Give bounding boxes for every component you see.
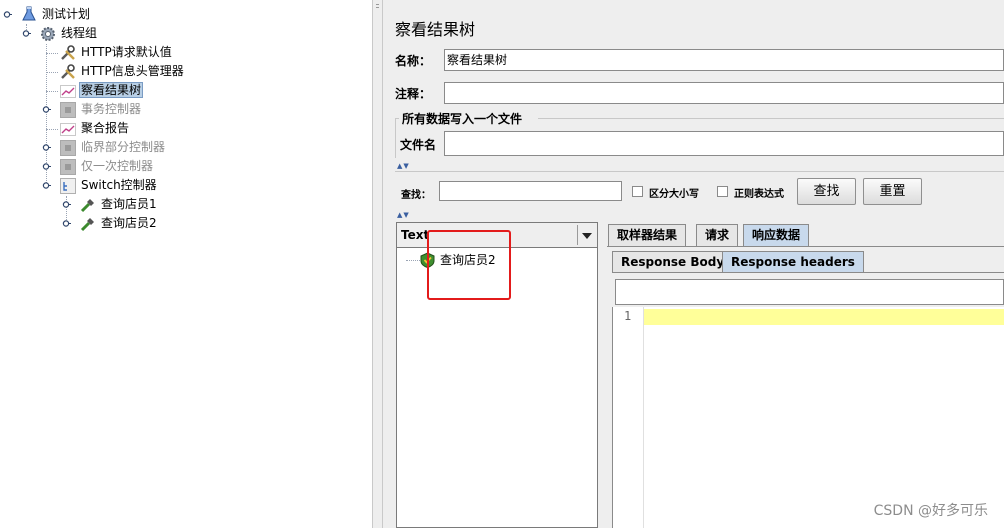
- name-label: 名称：: [395, 54, 432, 68]
- response-text-editor[interactable]: 1: [612, 307, 1004, 528]
- tree-item-http-header-manager[interactable]: HTTP信息头管理器: [79, 62, 186, 80]
- expand-handle-icon[interactable]: [42, 105, 51, 114]
- gear-icon: [41, 27, 55, 41]
- controller-icon: [60, 140, 76, 156]
- tree-item-once-only-controller[interactable]: 仅一次控制器: [79, 157, 155, 175]
- regex-checkbox[interactable]: [717, 186, 728, 197]
- tree-item-label: 线程组: [61, 26, 98, 40]
- view-results-tree-panel: 察看结果树 名称： 察看结果树 注释： 所有数据写入一个文件 文件名 ▲▼ 查找…: [383, 0, 1004, 528]
- tab-response-data[interactable]: 响应数据: [743, 224, 810, 246]
- collapse-arrows-icon[interactable]: ▲▼: [397, 212, 410, 219]
- switch-icon: [60, 178, 76, 194]
- comment-field[interactable]: [444, 82, 1004, 104]
- tree-item-thread-group[interactable]: 线程组: [59, 24, 99, 42]
- tree-item-label: 查询店员2: [101, 216, 157, 230]
- name-field[interactable]: 察看结果树: [444, 49, 1004, 71]
- tree-item-label: 查询店员1: [101, 197, 157, 211]
- line-number: 1: [624, 309, 632, 323]
- tree-item-label: HTTP信息头管理器: [81, 64, 184, 78]
- controller-icon: [60, 159, 76, 175]
- flask-icon: [22, 6, 36, 21]
- tree-item-test-plan[interactable]: 测试计划: [40, 5, 92, 23]
- expand-handle-icon[interactable]: [62, 200, 71, 209]
- expand-handle-icon[interactable]: [42, 162, 51, 171]
- wrench-icon: [61, 64, 75, 79]
- expand-handle-icon[interactable]: [42, 181, 51, 190]
- tree-item-critical-section-controller[interactable]: 临界部分控制器: [79, 138, 167, 156]
- tree-item-label: Switch控制器: [81, 178, 157, 192]
- chart-icon: [60, 123, 76, 136]
- tree-item-label: 临界部分控制器: [81, 140, 166, 154]
- current-line-highlight: [644, 309, 1004, 325]
- tree-item-switch-controller[interactable]: Switch控制器: [79, 176, 159, 194]
- case-sensitive-checkbox[interactable]: [632, 186, 643, 197]
- tree-item-label: 聚合报告: [81, 121, 130, 135]
- search-input[interactable]: [439, 181, 622, 201]
- tree-item-aggregate-report[interactable]: 聚合报告: [79, 119, 131, 137]
- wrench-icon: [61, 45, 75, 60]
- chevron-down-icon[interactable]: [577, 225, 596, 245]
- watermark: CSDN @好多可乐: [873, 503, 988, 519]
- pipette-icon: [80, 218, 94, 232]
- line-number-gutter: 1: [613, 307, 644, 528]
- tree-item-label: HTTP请求默认值: [81, 45, 172, 59]
- collapse-arrows-icon[interactable]: ▲▼: [397, 163, 410, 170]
- tab-request[interactable]: 请求: [696, 224, 739, 246]
- red-annotation-box: [427, 230, 511, 300]
- regex-label: 正则表达式: [734, 189, 784, 200]
- tree-item-transaction-controller[interactable]: 事务控制器: [79, 100, 143, 118]
- expand-handle-icon[interactable]: [3, 10, 12, 19]
- expand-handle-icon[interactable]: [62, 219, 71, 228]
- tree-item-query-clerk-2[interactable]: 查询店员2: [99, 214, 159, 232]
- tree-item-label: 仅一次控制器: [81, 159, 154, 173]
- pipette-icon: [80, 199, 94, 213]
- search-label: 查找：: [401, 190, 431, 201]
- expand-handle-icon[interactable]: [42, 143, 51, 152]
- file-group-title: 所有数据写入一个文件: [402, 112, 523, 126]
- tree-item-label: 事务控制器: [81, 102, 142, 116]
- tab-sampler-result[interactable]: 取样器结果: [608, 224, 687, 246]
- tab-response-headers[interactable]: Response headers: [722, 251, 864, 272]
- tree-item-http-defaults[interactable]: HTTP请求默认值: [79, 43, 174, 61]
- tab-response-body[interactable]: Response Body: [612, 251, 734, 272]
- tree-item-view-results-tree[interactable]: 察看结果树: [79, 81, 144, 99]
- test-plan-tree[interactable]: 测试计划 线程组 HTTP请求默认值 HTTP信息头管理器 察看结果树 事务控制…: [0, 0, 372, 528]
- filename-label: 文件名: [400, 138, 437, 152]
- tree-item-query-clerk-1[interactable]: 查询店员1: [99, 195, 159, 213]
- page-title: 察看结果树: [395, 20, 476, 39]
- reset-button[interactable]: 重置: [863, 178, 922, 205]
- pane-splitter[interactable]: [372, 0, 383, 528]
- tree-item-label: 测试计划: [42, 7, 91, 21]
- controller-icon: [60, 102, 76, 118]
- renderer-select-value: Text: [401, 228, 430, 242]
- chart-icon: [60, 85, 76, 98]
- case-sensitive-label: 区分大小写: [649, 189, 699, 200]
- comment-label: 注释：: [395, 87, 432, 101]
- expand-handle-icon[interactable]: [22, 29, 31, 38]
- filename-field[interactable]: [444, 131, 1004, 156]
- response-search-field[interactable]: [615, 279, 1004, 305]
- tree-item-label: 察看结果树: [79, 82, 144, 98]
- find-button[interactable]: 查找: [797, 178, 856, 205]
